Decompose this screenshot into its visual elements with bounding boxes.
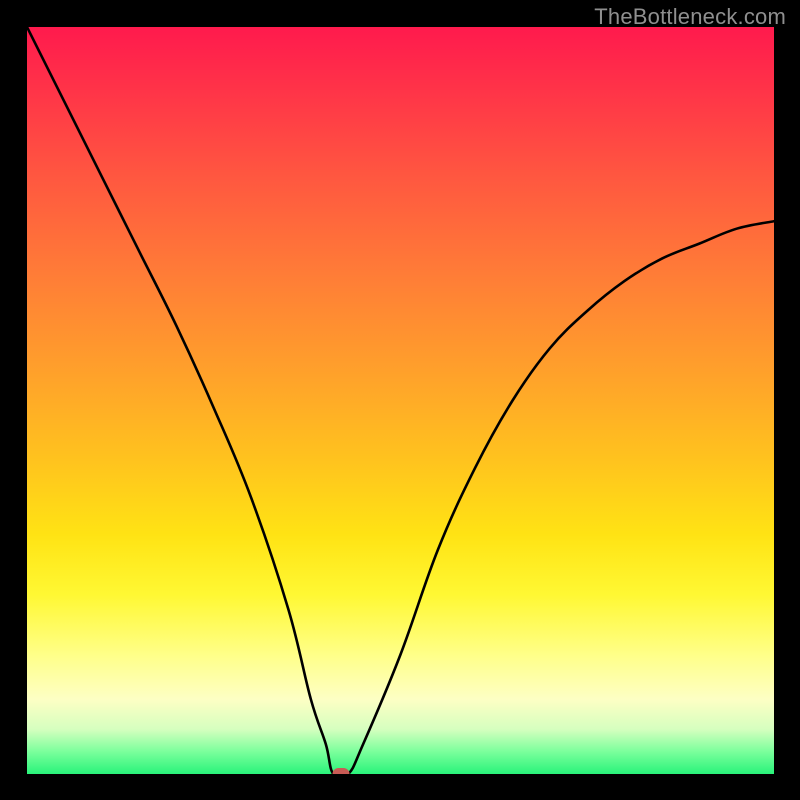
plot-area: [27, 27, 774, 774]
chart-frame: TheBottleneck.com: [0, 0, 800, 800]
curve-svg: [27, 27, 774, 774]
minimum-marker: [332, 768, 349, 774]
bottleneck-curve: [27, 27, 774, 774]
watermark-text: TheBottleneck.com: [594, 4, 786, 30]
